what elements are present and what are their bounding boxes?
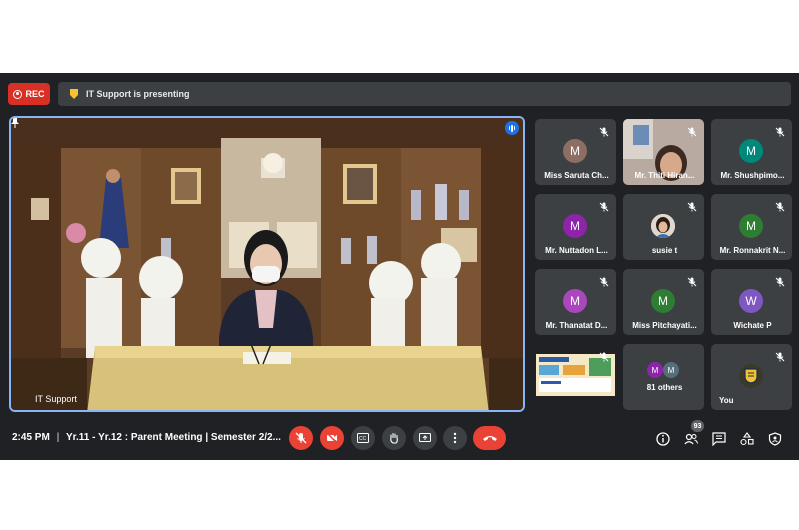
- recording-label: REC: [25, 89, 45, 99]
- participant-name: Mr. Nuttadon L...: [545, 246, 608, 255]
- svg-text:CC: CC: [359, 436, 367, 442]
- participant-tile[interactable]: susie t: [623, 194, 704, 260]
- participant-name: Mr. Shushpimo...: [720, 171, 785, 180]
- more-options-button[interactable]: [443, 426, 467, 450]
- participant-photo: [651, 214, 675, 238]
- meeting-info: 2:45 PM | Yr.11 - Yr.12 : Parent Meeting…: [12, 432, 281, 443]
- muted-mic-icon: [687, 199, 697, 212]
- presenter-video: [11, 118, 523, 410]
- participant-tile[interactable]: M Miss Saruta Ch...: [535, 119, 616, 185]
- participant-avatar: M: [563, 214, 587, 238]
- others-avatar-2: M: [663, 362, 679, 378]
- participant-avatar: W: [739, 289, 763, 313]
- muted-mic-icon: [599, 124, 609, 137]
- presenting-text: IT Support is presenting: [86, 89, 190, 99]
- people-icon[interactable]: [684, 432, 698, 446]
- participant-avatar: M: [651, 289, 675, 313]
- participant-avatar: M: [739, 214, 763, 238]
- host-controls-icon[interactable]: [768, 432, 782, 446]
- activities-icon[interactable]: [740, 432, 754, 446]
- chat-icon[interactable]: [712, 432, 726, 446]
- participant-tile[interactable]: M Mr. Shushpimo...: [711, 119, 792, 185]
- speaking-indicator-icon: [505, 121, 519, 135]
- participant-tile[interactable]: You: [711, 344, 792, 410]
- participant-avatar: M: [563, 139, 587, 163]
- camera-off-icon: [326, 432, 338, 444]
- self-avatar: [739, 364, 763, 388]
- more-vert-icon: [453, 432, 457, 444]
- muted-mic-icon: [599, 199, 609, 212]
- hang-up-icon: [482, 436, 497, 441]
- record-icon: [13, 89, 23, 99]
- participant-name: Miss Pitchayati...: [632, 321, 697, 330]
- pin-icon[interactable]: [11, 118, 19, 128]
- mic-toggle-button[interactable]: [289, 426, 313, 450]
- muted-mic-icon: [775, 349, 785, 362]
- participant-tile[interactable]: M M 81 others: [623, 344, 704, 410]
- camera-toggle-button[interactable]: [320, 426, 344, 450]
- muted-mic-icon: [775, 124, 785, 137]
- bottom-toolbar: 2:45 PM | Yr.11 - Yr.12 : Parent Meeting…: [0, 418, 799, 460]
- muted-mic-icon: [775, 274, 785, 287]
- participant-name: susie t: [651, 246, 678, 255]
- school-crest-icon: [744, 368, 758, 384]
- raise-hand-button[interactable]: [382, 426, 406, 450]
- clock-time: 2:45 PM: [12, 432, 50, 443]
- mic-off-icon: [295, 432, 307, 444]
- muted-mic-icon: [599, 274, 609, 287]
- participant-name: Wichate P: [733, 321, 772, 330]
- participant-tile[interactable]: W Wichate P: [711, 269, 792, 335]
- main-video-stage[interactable]: IT Support: [9, 116, 525, 412]
- present-screen-button[interactable]: [413, 426, 437, 450]
- participant-tile[interactable]: M Mr. Ronnakrit N...: [711, 194, 792, 260]
- stage-participant-name: IT Support: [35, 394, 77, 404]
- presenting-banner: IT Support is presenting: [58, 82, 791, 106]
- meeting-details-icon[interactable]: [656, 432, 670, 446]
- participant-name: You: [719, 396, 734, 405]
- info-separator: |: [56, 432, 60, 443]
- participant-name: Mr. Thanatat D...: [545, 321, 608, 330]
- muted-mic-icon: [687, 124, 697, 137]
- participant-avatar: M: [739, 139, 763, 163]
- participant-tile[interactable]: M Mr. Thanatat D...: [535, 269, 616, 335]
- meet-window: REC IT Support is presenting IT Support …: [0, 73, 799, 460]
- participant-tile[interactable]: [535, 344, 616, 410]
- present-icon: [419, 433, 431, 442]
- leave-call-button[interactable]: [473, 426, 506, 450]
- hand-icon: [390, 432, 398, 444]
- school-shield-icon: [70, 89, 78, 99]
- participant-tile[interactable]: Mr. Thiti Hiran...: [623, 119, 704, 185]
- people-count-badge: 93: [691, 420, 704, 432]
- participant-name: Mr. Thiti Hiran...: [634, 171, 695, 180]
- others-avatar-1: M: [647, 362, 663, 378]
- participant-tile[interactable]: M Mr. Nuttadon L...: [535, 194, 616, 260]
- participant-avatar: M: [563, 289, 587, 313]
- meeting-title: Yr.11 - Yr.12 : Parent Meeting | Semeste…: [66, 432, 281, 443]
- participant-tile[interactable]: M Miss Pitchayati...: [623, 269, 704, 335]
- muted-mic-icon: [599, 349, 609, 362]
- participant-name: Mr. Ronnakrit N...: [719, 246, 786, 255]
- participant-name: 81 others: [646, 383, 683, 392]
- recording-indicator[interactable]: REC: [8, 83, 50, 105]
- participant-name: Miss Saruta Ch...: [544, 171, 609, 180]
- captions-icon: CC: [357, 433, 369, 443]
- muted-mic-icon: [687, 274, 697, 287]
- captions-button[interactable]: CC: [351, 426, 375, 450]
- muted-mic-icon: [775, 199, 785, 212]
